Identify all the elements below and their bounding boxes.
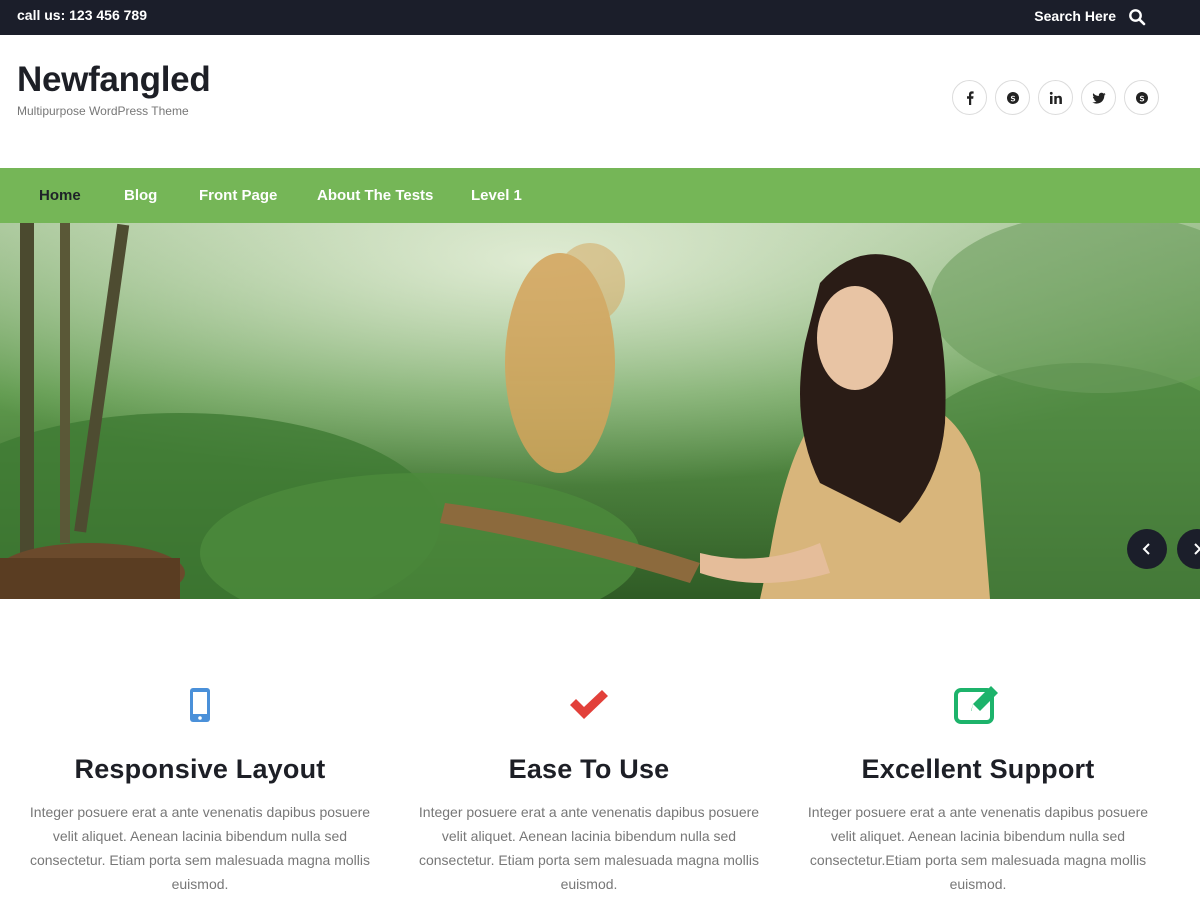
social-links [952,80,1159,115]
feature-title: Responsive Layout [74,754,326,784]
nav-item-level-1[interactable]: Level 1 [471,168,522,223]
twitter-icon[interactable] [1081,80,1116,115]
main-nav: Home Blog Front Page About The Tests Lev… [0,168,1200,223]
edit-icon [953,680,1003,730]
linkedin-icon[interactable] [1038,80,1073,115]
nav-item-about-the-tests[interactable]: About The Tests [317,168,433,223]
checkmark-icon [564,680,614,730]
feature-responsive-layout: Responsive Layout Integer posuere erat a… [20,680,380,896]
nav-item-front-page[interactable]: Front Page [199,168,277,223]
feature-text: Integer posuere erat a ante venenatis da… [29,804,371,892]
search-icon[interactable] [1128,8,1146,26]
nav-item-home[interactable]: Home [39,168,81,223]
top-bar: call us: 123 456 789 Search Here [0,0,1200,35]
skype-icon[interactable] [1124,80,1159,115]
site-tagline: Multipurpose WordPress Theme [17,104,189,118]
skype-icon[interactable] [995,80,1030,115]
site-title[interactable]: Newfangled [17,60,211,100]
feature-ease-to-use: Ease To Use Integer posuere erat a ante … [409,680,769,896]
feature-excellent-support: Excellent Support Integer posuere erat a… [798,680,1158,896]
hero-image [0,223,1200,599]
search-label[interactable]: Search Here [1034,8,1116,24]
facebook-icon[interactable] [952,80,987,115]
hero-slider [0,223,1200,599]
feature-text: Integer posuere erat a ante venenatis da… [807,804,1149,892]
slider-prev-button[interactable] [1127,529,1167,569]
feature-title: Ease To Use [508,754,670,784]
chevron-right-icon [1194,543,1200,555]
chevron-left-icon [1142,543,1150,555]
feature-title: Excellent Support [861,754,1095,784]
call-us-text: call us: 123 456 789 [17,7,147,23]
mobile-phone-icon [175,680,225,730]
nav-item-blog[interactable]: Blog [124,168,157,223]
feature-text: Integer posuere erat a ante venenatis da… [418,804,760,892]
